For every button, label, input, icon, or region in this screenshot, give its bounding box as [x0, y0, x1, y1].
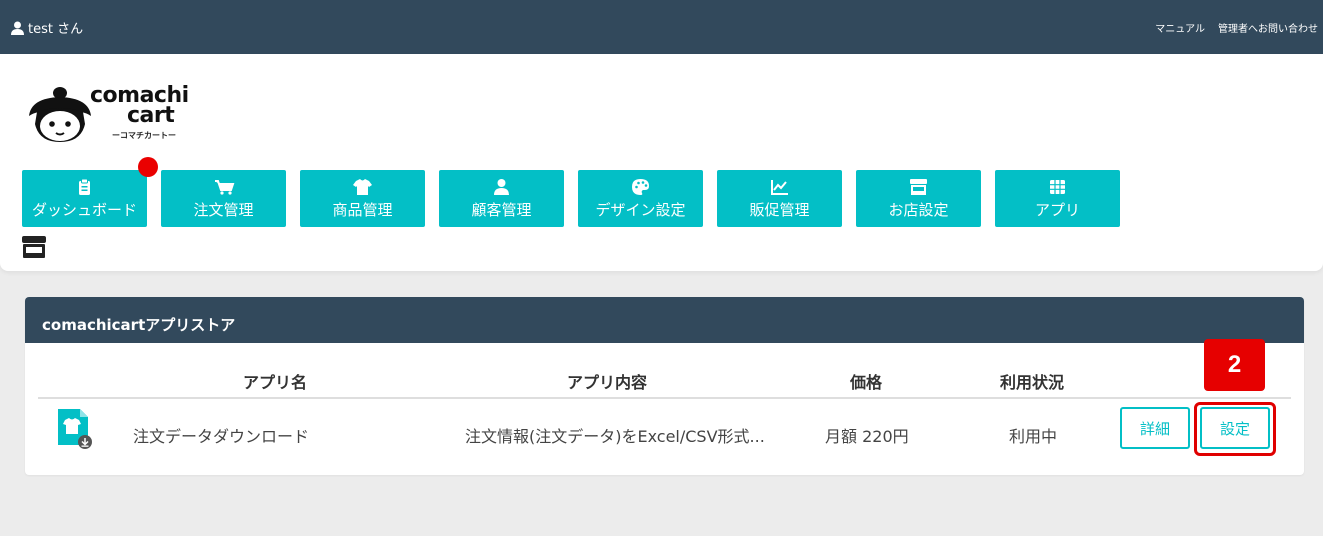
top-bar: test さん マニュアル 管理者へお問い合わせ [0, 0, 1323, 54]
chart-line-icon [771, 180, 788, 195]
storefront-icon[interactable] [21, 235, 47, 259]
nav-orders-button[interactable]: 注文管理 [161, 170, 286, 227]
grid-icon [1050, 180, 1065, 194]
nav-promotion-button[interactable]: 販促管理 [717, 170, 842, 227]
nav-label: 顧客管理 [471, 201, 532, 219]
nav-dashboard-button[interactable]: ダッシュボード [22, 157, 158, 227]
nav-label: 販促管理 [749, 201, 810, 219]
app-status: 利用中 [1009, 427, 1058, 446]
nav-label: お店設定 [888, 201, 949, 219]
notification-dot [138, 157, 158, 177]
nav-label: 注文管理 [193, 201, 254, 219]
user-menu[interactable]: test さん [11, 18, 83, 37]
col-header-price: 価格 [850, 373, 883, 392]
cart-icon [215, 180, 235, 195]
nav-products-button[interactable]: 商品管理 [300, 170, 425, 227]
mascot-logo-icon [29, 87, 91, 142]
comachicart-logo[interactable]: comachi cart ーコマチカートー [27, 83, 197, 146]
nav-shop-settings-button[interactable]: お店設定 [856, 170, 981, 227]
detail-button[interactable]: 詳細 [1120, 407, 1190, 449]
highlight-frame [1194, 402, 1276, 456]
nav-design-button[interactable]: デザイン設定 [578, 170, 703, 227]
download-app-icon [58, 409, 92, 449]
app-price: 月額 220円 [825, 427, 909, 446]
nav-label: デザイン設定 [595, 201, 686, 219]
user-icon [494, 179, 509, 195]
card-title: comachicartアプリストア [25, 297, 1304, 343]
contact-admin-link[interactable]: 管理者へお問い合わせ [1218, 20, 1318, 35]
nav-label: ダッシュボード [31, 201, 137, 219]
user-name: test さん [28, 22, 84, 37]
col-header-status: 利用状況 [1000, 373, 1065, 392]
manual-link[interactable]: マニュアル [1155, 20, 1205, 35]
step-number-badge: 2 [1204, 339, 1265, 391]
nav-apps-button[interactable]: アプリ [995, 170, 1120, 227]
tshirt-icon [353, 179, 372, 195]
clipboard-icon [79, 178, 90, 195]
palette-icon [632, 179, 649, 195]
header-divider [38, 397, 1291, 399]
app-name: 注文データダウンロード [133, 427, 310, 446]
nav-label: 商品管理 [332, 201, 393, 219]
nav-customers-button[interactable]: 顧客管理 [439, 170, 564, 227]
logo-subtitle: ーコマチカートー [112, 131, 176, 140]
header: comachi cart ーコマチカートー ダッシュボード 注文管理 商品管理 … [0, 54, 1323, 271]
store-icon [910, 179, 927, 195]
app-description: 注文情報(注文データ)をExcel/CSV形式... [465, 427, 765, 446]
user-icon [11, 21, 24, 35]
col-header-app-content: アプリ内容 [567, 373, 648, 392]
app-store-card: comachicartアプリストア アプリ名 アプリ内容 価格 利用状況 注文デ… [25, 297, 1304, 475]
nav-label: アプリ [1034, 201, 1080, 219]
col-header-app-name: アプリ名 [243, 373, 308, 392]
logo-text-cart: cart [127, 103, 175, 128]
